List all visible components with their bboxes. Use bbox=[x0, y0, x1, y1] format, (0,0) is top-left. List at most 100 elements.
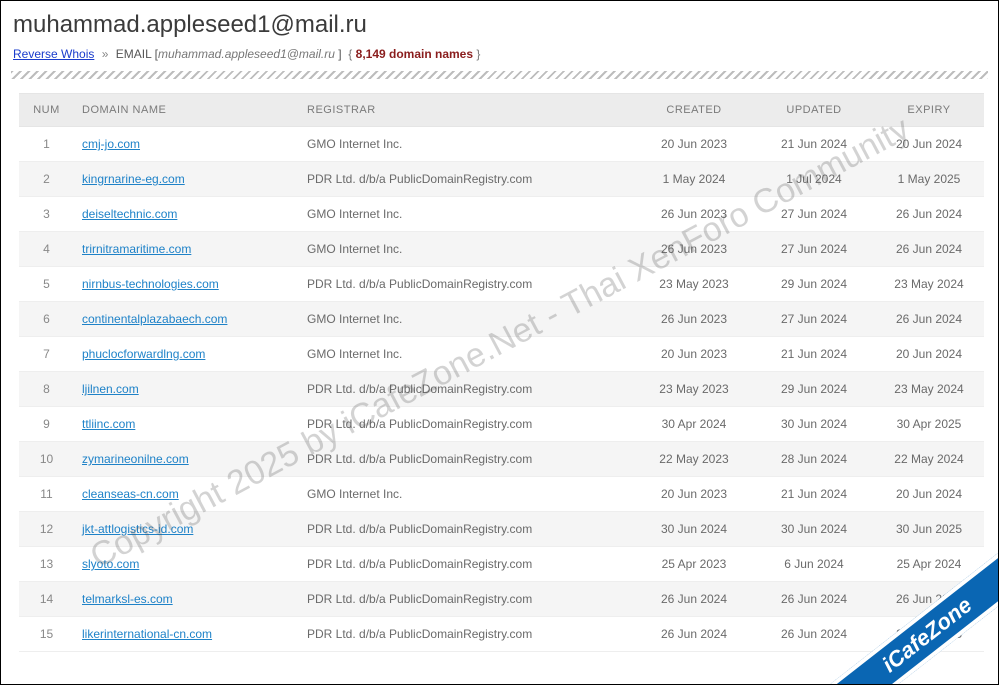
table-row: 10 zymarineonilne.com PDR Ltd. d/b/a Publi… bbox=[19, 442, 984, 477]
row-expiry: 26 Jun 2025 bbox=[874, 617, 984, 652]
table-row: 9 ttliinc.com PDR Ltd. d/b/a PublicDomainR… bbox=[19, 407, 984, 442]
row-updated: 26 Jun 2024 bbox=[754, 617, 874, 652]
row-domain: telmarksl-es.com bbox=[74, 582, 299, 617]
row-num: 1 bbox=[19, 127, 74, 162]
row-num: 9 bbox=[19, 407, 74, 442]
open-brace: { bbox=[345, 47, 356, 61]
domain-link[interactable]: kingrnarine-eg.com bbox=[82, 172, 185, 186]
row-created: 30 Jun 2024 bbox=[634, 512, 754, 547]
domain-link[interactable]: deiseltechnic.com bbox=[82, 207, 177, 221]
row-created: 26 Jun 2024 bbox=[634, 617, 754, 652]
row-expiry: 22 May 2024 bbox=[874, 442, 984, 477]
domain-link[interactable]: likerinternational-cn.com bbox=[82, 627, 212, 641]
row-created: 26 Jun 2023 bbox=[634, 302, 754, 337]
col-updated[interactable]: UPDATED bbox=[754, 94, 874, 127]
row-domain: cmj-jo.com bbox=[74, 127, 299, 162]
row-num: 10 bbox=[19, 442, 74, 477]
row-updated: 26 Jun 2024 bbox=[754, 582, 874, 617]
row-num: 11 bbox=[19, 477, 74, 512]
row-domain: trirnitramaritime.com bbox=[74, 232, 299, 267]
domain-link[interactable]: jkt-attlogistics-id.com bbox=[82, 522, 193, 536]
table-header-row: NUM DOMAIN NAME REGISTRAR CREATED UPDATE… bbox=[19, 94, 984, 127]
row-registrar: PDR Ltd. d/b/a PublicDomainRegistry.com bbox=[299, 617, 634, 652]
row-created: 30 Apr 2024 bbox=[634, 407, 754, 442]
row-updated: 29 Jun 2024 bbox=[754, 267, 874, 302]
row-updated: 27 Jun 2024 bbox=[754, 302, 874, 337]
row-domain: ttliinc.com bbox=[74, 407, 299, 442]
close-brace: } bbox=[473, 47, 480, 61]
row-num: 3 bbox=[19, 197, 74, 232]
table-row: 4trirnitramaritime.comGMO Internet Inc.2… bbox=[19, 232, 984, 267]
table-row: 8 ljilnen.com PDR Ltd. d/b/a PublicDomainR… bbox=[19, 372, 984, 407]
row-domain: continentalplazabaech.com bbox=[74, 302, 299, 337]
domain-link[interactable]: ljilnen.com bbox=[82, 382, 139, 396]
row-created: 23 May 2023 bbox=[634, 267, 754, 302]
row-num: 5 bbox=[19, 267, 74, 302]
row-expiry: 26 Jun 2024 bbox=[874, 302, 984, 337]
row-expiry: 20 Jun 2024 bbox=[874, 127, 984, 162]
breadcrumb-separator: » bbox=[102, 47, 109, 61]
row-updated: 1 Jul 2024 bbox=[754, 162, 874, 197]
row-num: 2 bbox=[19, 162, 74, 197]
domain-link[interactable]: cleanseas-cn.com bbox=[82, 487, 179, 501]
domain-link[interactable]: trirnitramaritime.com bbox=[82, 242, 191, 256]
col-expiry[interactable]: EXPIRY bbox=[874, 94, 984, 127]
table-row: 6continentalplazabaech.comGMO Internet I… bbox=[19, 302, 984, 337]
row-domain: likerinternational-cn.com bbox=[74, 617, 299, 652]
domain-link[interactable]: slyoto.com bbox=[82, 557, 139, 571]
row-updated: 21 Jun 2024 bbox=[754, 127, 874, 162]
row-expiry: 23 May 2024 bbox=[874, 267, 984, 302]
row-num: 4 bbox=[19, 232, 74, 267]
domain-link[interactable]: telmarksl-es.com bbox=[82, 592, 173, 606]
col-created[interactable]: CREATED bbox=[634, 94, 754, 127]
query-value: muhammad.appleseed1@mail.ru bbox=[158, 47, 335, 61]
domain-link[interactable]: phuclocforwardlng.com bbox=[82, 347, 205, 361]
domain-link[interactable]: continentalplazabaech.com bbox=[82, 312, 227, 326]
col-registrar[interactable]: REGISTRAR bbox=[299, 94, 634, 127]
row-domain: nirnbus-technologies.com bbox=[74, 267, 299, 302]
col-num[interactable]: NUM bbox=[19, 94, 74, 127]
domain-link[interactable]: ttliinc.com bbox=[82, 417, 135, 431]
row-registrar: PDR Ltd. d/b/a PublicDomainRegistry.com bbox=[299, 372, 634, 407]
reverse-whois-link[interactable]: Reverse Whois bbox=[13, 47, 94, 61]
row-expiry: 1 May 2025 bbox=[874, 162, 984, 197]
row-updated: 21 Jun 2024 bbox=[754, 337, 874, 372]
row-domain: phuclocforwardlng.com bbox=[74, 337, 299, 372]
row-registrar: PDR Ltd. d/b/a PublicDomainRegistry.com bbox=[299, 582, 634, 617]
row-created: 20 Jun 2023 bbox=[634, 477, 754, 512]
page: muhammad.appleseed1@mail.ru Reverse Whoi… bbox=[0, 0, 999, 685]
col-domain[interactable]: DOMAIN NAME bbox=[74, 94, 299, 127]
page-title: muhammad.appleseed1@mail.ru bbox=[13, 11, 988, 39]
row-registrar: PDR Ltd. d/b/a PublicDomainRegistry.com bbox=[299, 407, 634, 442]
row-created: 26 Jun 2024 bbox=[634, 582, 754, 617]
domain-link[interactable]: zymarineonilne.com bbox=[82, 452, 189, 466]
row-updated: 30 Jun 2024 bbox=[754, 407, 874, 442]
row-expiry: 26 Jun 2024 bbox=[874, 197, 984, 232]
domain-link[interactable]: nirnbus-technologies.com bbox=[82, 277, 219, 291]
table-row: 12jkt-attlogistics-id.comPDR Ltd. d/b/a … bbox=[19, 512, 984, 547]
result-count: 8,149 domain names bbox=[356, 47, 473, 61]
row-domain: jkt-attlogistics-id.com bbox=[74, 512, 299, 547]
row-registrar: GMO Internet Inc. bbox=[299, 337, 634, 372]
table-row: 5 nirnbus-technologies.com PDR Ltd. d/b/a … bbox=[19, 267, 984, 302]
row-created: 22 May 2023 bbox=[634, 442, 754, 477]
row-domain: kingrnarine-eg.com bbox=[74, 162, 299, 197]
row-updated: 21 Jun 2024 bbox=[754, 477, 874, 512]
domain-link[interactable]: cmj-jo.com bbox=[82, 137, 140, 151]
row-expiry: 26 Jun 2024 bbox=[874, 232, 984, 267]
table-body: 1cmj-jo.comGMO Internet Inc.20 Jun 20232… bbox=[19, 127, 984, 652]
table-row: 3deiseltechnic.comGMO Internet Inc.26 Ju… bbox=[19, 197, 984, 232]
row-registrar: GMO Internet Inc. bbox=[299, 127, 634, 162]
row-updated: 30 Jun 2024 bbox=[754, 512, 874, 547]
row-updated: 28 Jun 2024 bbox=[754, 442, 874, 477]
row-registrar: PDR Ltd. d/b/a PublicDomainRegistry.com bbox=[299, 547, 634, 582]
row-num: 8 bbox=[19, 372, 74, 407]
row-num: 6 bbox=[19, 302, 74, 337]
row-num: 12 bbox=[19, 512, 74, 547]
row-expiry: 20 Jun 2024 bbox=[874, 337, 984, 372]
row-registrar: PDR Ltd. d/b/a PublicDomainRegistry.com bbox=[299, 267, 634, 302]
row-registrar: PDR Ltd. d/b/a PublicDomainRegistry.com bbox=[299, 442, 634, 477]
breadcrumb: Reverse Whois » EMAIL [muhammad.applesee… bbox=[13, 47, 988, 61]
row-domain: cleanseas-cn.com bbox=[74, 477, 299, 512]
row-registrar: GMO Internet Inc. bbox=[299, 477, 634, 512]
